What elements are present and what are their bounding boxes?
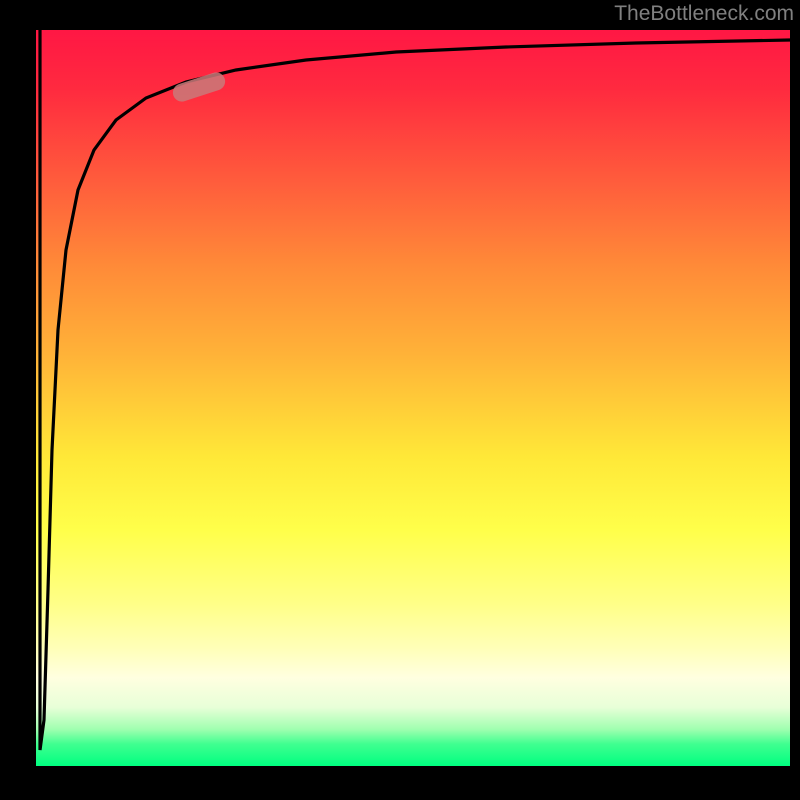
chart-curve-layer — [36, 30, 790, 766]
watermark-text: TheBottleneck.com — [614, 2, 794, 26]
curve-marker — [171, 70, 228, 104]
curve-path — [40, 30, 790, 750]
